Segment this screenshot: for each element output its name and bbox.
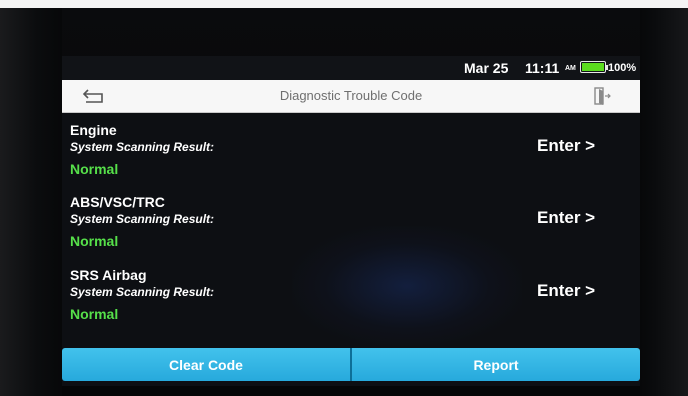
system-item-abs-vsc-trc: ABS/VSC/TRC System Scanning Result: Norm… [70, 194, 610, 258]
enter-button[interactable]: Enter > [537, 208, 595, 228]
exit-button[interactable] [592, 85, 612, 107]
scan-status: Normal [70, 306, 119, 322]
report-button[interactable]: Report [352, 348, 640, 381]
scan-status: Normal [70, 233, 119, 249]
system-name: SRS Airbag [70, 267, 147, 283]
scan-result-label: System Scanning Result: [70, 285, 215, 299]
title-bar: Diagnostic Trouble Code [62, 80, 640, 113]
clear-code-button[interactable]: Clear Code [62, 348, 350, 381]
screen: Mar 25 11:11 AM 100% Diagnostic Trouble … [62, 56, 640, 386]
device-bezel-left [0, 8, 62, 396]
device-frame: Mar 25 11:11 AM 100% Diagnostic Trouble … [0, 0, 688, 396]
status-time: 11:11 [525, 60, 560, 76]
scan-result-label: System Scanning Result: [70, 140, 215, 154]
battery-fill [582, 63, 604, 71]
system-item-engine: Engine System Scanning Result: Normal En… [70, 122, 610, 186]
scan-result-label: System Scanning Result: [70, 212, 215, 226]
enter-button[interactable]: Enter > [537, 136, 595, 156]
status-ampm: AM [565, 65, 576, 72]
exit-icon [594, 87, 611, 105]
status-date: Mar 25 [464, 60, 509, 76]
page-title: Diagnostic Trouble Code [279, 88, 423, 103]
status-bar: Mar 25 11:11 AM 100% [62, 56, 640, 80]
battery-icon [580, 61, 606, 73]
device-bezel-right [640, 8, 688, 396]
enter-button[interactable]: Enter > [537, 281, 595, 301]
system-name: ABS/VSC/TRC [70, 194, 165, 210]
system-name: Engine [70, 122, 117, 138]
battery-percentage: 100% [608, 62, 637, 74]
scan-status: Normal [70, 161, 119, 177]
system-item-srs-airbag: SRS Airbag System Scanning Result: Norma… [70, 267, 610, 331]
